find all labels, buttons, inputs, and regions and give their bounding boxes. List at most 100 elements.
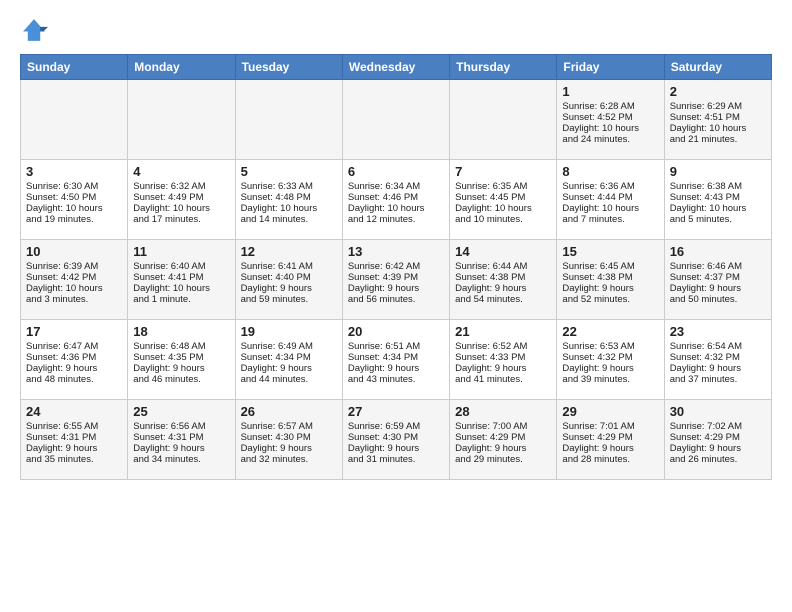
calendar-cell: 10Sunrise: 6:39 AMSunset: 4:42 PMDayligh… — [21, 240, 128, 320]
day-info: Sunrise: 6:40 AM — [133, 261, 229, 272]
day-info: Daylight: 9 hours — [241, 443, 337, 454]
day-info: and 34 minutes. — [133, 454, 229, 465]
day-info: and 50 minutes. — [670, 294, 766, 305]
day-info: Daylight: 9 hours — [348, 363, 444, 374]
day-number: 28 — [455, 404, 551, 419]
weekday-header: Saturday — [664, 55, 771, 80]
header — [20, 16, 772, 44]
day-number: 1 — [562, 84, 658, 99]
page: SundayMondayTuesdayWednesdayThursdayFrid… — [0, 0, 792, 612]
day-info: Daylight: 10 hours — [562, 123, 658, 134]
day-info: Sunset: 4:30 PM — [348, 432, 444, 443]
day-info: Sunset: 4:31 PM — [26, 432, 122, 443]
calendar-cell: 12Sunrise: 6:41 AMSunset: 4:40 PMDayligh… — [235, 240, 342, 320]
day-info: Sunrise: 6:51 AM — [348, 341, 444, 352]
day-info: Sunrise: 7:00 AM — [455, 421, 551, 432]
day-info: Daylight: 9 hours — [670, 283, 766, 294]
day-info: Sunrise: 7:02 AM — [670, 421, 766, 432]
day-number: 21 — [455, 324, 551, 339]
day-info: and 54 minutes. — [455, 294, 551, 305]
day-info: Sunset: 4:36 PM — [26, 352, 122, 363]
day-info: and 56 minutes. — [348, 294, 444, 305]
day-info: Sunrise: 6:32 AM — [133, 181, 229, 192]
day-info: Sunset: 4:42 PM — [26, 272, 122, 283]
day-info: Sunrise: 6:38 AM — [670, 181, 766, 192]
day-info: and 3 minutes. — [26, 294, 122, 305]
weekday-header: Thursday — [450, 55, 557, 80]
day-info: Daylight: 10 hours — [562, 203, 658, 214]
day-info: Sunset: 4:41 PM — [133, 272, 229, 283]
day-info: Sunrise: 6:47 AM — [26, 341, 122, 352]
day-number: 11 — [133, 244, 229, 259]
calendar-cell: 16Sunrise: 6:46 AMSunset: 4:37 PMDayligh… — [664, 240, 771, 320]
day-info: and 31 minutes. — [348, 454, 444, 465]
day-info: Daylight: 10 hours — [241, 203, 337, 214]
day-number: 3 — [26, 164, 122, 179]
day-info: Daylight: 9 hours — [133, 363, 229, 374]
calendar-cell: 13Sunrise: 6:42 AMSunset: 4:39 PMDayligh… — [342, 240, 449, 320]
day-info: Daylight: 9 hours — [26, 363, 122, 374]
day-info: Sunset: 4:30 PM — [241, 432, 337, 443]
day-number: 26 — [241, 404, 337, 419]
day-info: and 7 minutes. — [562, 214, 658, 225]
day-info: Daylight: 9 hours — [562, 283, 658, 294]
day-info: Sunset: 4:52 PM — [562, 112, 658, 123]
calendar-cell: 29Sunrise: 7:01 AMSunset: 4:29 PMDayligh… — [557, 400, 664, 480]
weekday-header: Tuesday — [235, 55, 342, 80]
day-info: Sunset: 4:32 PM — [562, 352, 658, 363]
day-number: 12 — [241, 244, 337, 259]
day-info: Sunrise: 6:53 AM — [562, 341, 658, 352]
day-info: Daylight: 10 hours — [133, 203, 229, 214]
calendar-header: SundayMondayTuesdayWednesdayThursdayFrid… — [21, 55, 772, 80]
day-info: and 32 minutes. — [241, 454, 337, 465]
day-number: 6 — [348, 164, 444, 179]
day-info: and 24 minutes. — [562, 134, 658, 145]
day-info: Sunrise: 6:45 AM — [562, 261, 658, 272]
calendar-cell — [21, 80, 128, 160]
day-info: Sunrise: 6:48 AM — [133, 341, 229, 352]
day-number: 22 — [562, 324, 658, 339]
day-info: Daylight: 9 hours — [26, 443, 122, 454]
day-info: Sunrise: 6:29 AM — [670, 101, 766, 112]
day-info: Sunrise: 6:52 AM — [455, 341, 551, 352]
calendar-cell: 5Sunrise: 6:33 AMSunset: 4:48 PMDaylight… — [235, 160, 342, 240]
day-info: and 48 minutes. — [26, 374, 122, 385]
day-info: and 10 minutes. — [455, 214, 551, 225]
day-info: Sunset: 4:48 PM — [241, 192, 337, 203]
logo-icon — [20, 16, 48, 44]
weekday-header: Friday — [557, 55, 664, 80]
day-number: 20 — [348, 324, 444, 339]
day-info: and 14 minutes. — [241, 214, 337, 225]
day-number: 10 — [26, 244, 122, 259]
weekday-header: Wednesday — [342, 55, 449, 80]
day-info: and 26 minutes. — [670, 454, 766, 465]
day-info: Sunset: 4:29 PM — [562, 432, 658, 443]
day-info: Sunrise: 6:30 AM — [26, 181, 122, 192]
day-info: Sunset: 4:46 PM — [348, 192, 444, 203]
day-info: Sunrise: 6:54 AM — [670, 341, 766, 352]
day-info: Daylight: 9 hours — [670, 443, 766, 454]
day-info: Daylight: 9 hours — [455, 363, 551, 374]
day-info: and 46 minutes. — [133, 374, 229, 385]
day-info: and 37 minutes. — [670, 374, 766, 385]
day-info: Sunrise: 6:34 AM — [348, 181, 444, 192]
day-info: Daylight: 10 hours — [26, 283, 122, 294]
day-info: Daylight: 9 hours — [133, 443, 229, 454]
calendar-week-row: 10Sunrise: 6:39 AMSunset: 4:42 PMDayligh… — [21, 240, 772, 320]
day-number: 9 — [670, 164, 766, 179]
calendar-cell: 20Sunrise: 6:51 AMSunset: 4:34 PMDayligh… — [342, 320, 449, 400]
day-number: 4 — [133, 164, 229, 179]
day-info: Sunset: 4:31 PM — [133, 432, 229, 443]
day-number: 15 — [562, 244, 658, 259]
day-info: and 44 minutes. — [241, 374, 337, 385]
day-number: 24 — [26, 404, 122, 419]
day-info: Daylight: 9 hours — [241, 283, 337, 294]
day-info: Sunrise: 6:46 AM — [670, 261, 766, 272]
calendar-cell: 28Sunrise: 7:00 AMSunset: 4:29 PMDayligh… — [450, 400, 557, 480]
calendar-cell: 3Sunrise: 6:30 AMSunset: 4:50 PMDaylight… — [21, 160, 128, 240]
calendar-table: SundayMondayTuesdayWednesdayThursdayFrid… — [20, 54, 772, 480]
day-info: Daylight: 9 hours — [455, 283, 551, 294]
day-info: Sunset: 4:29 PM — [455, 432, 551, 443]
day-info: Sunrise: 7:01 AM — [562, 421, 658, 432]
day-info: Sunset: 4:50 PM — [26, 192, 122, 203]
